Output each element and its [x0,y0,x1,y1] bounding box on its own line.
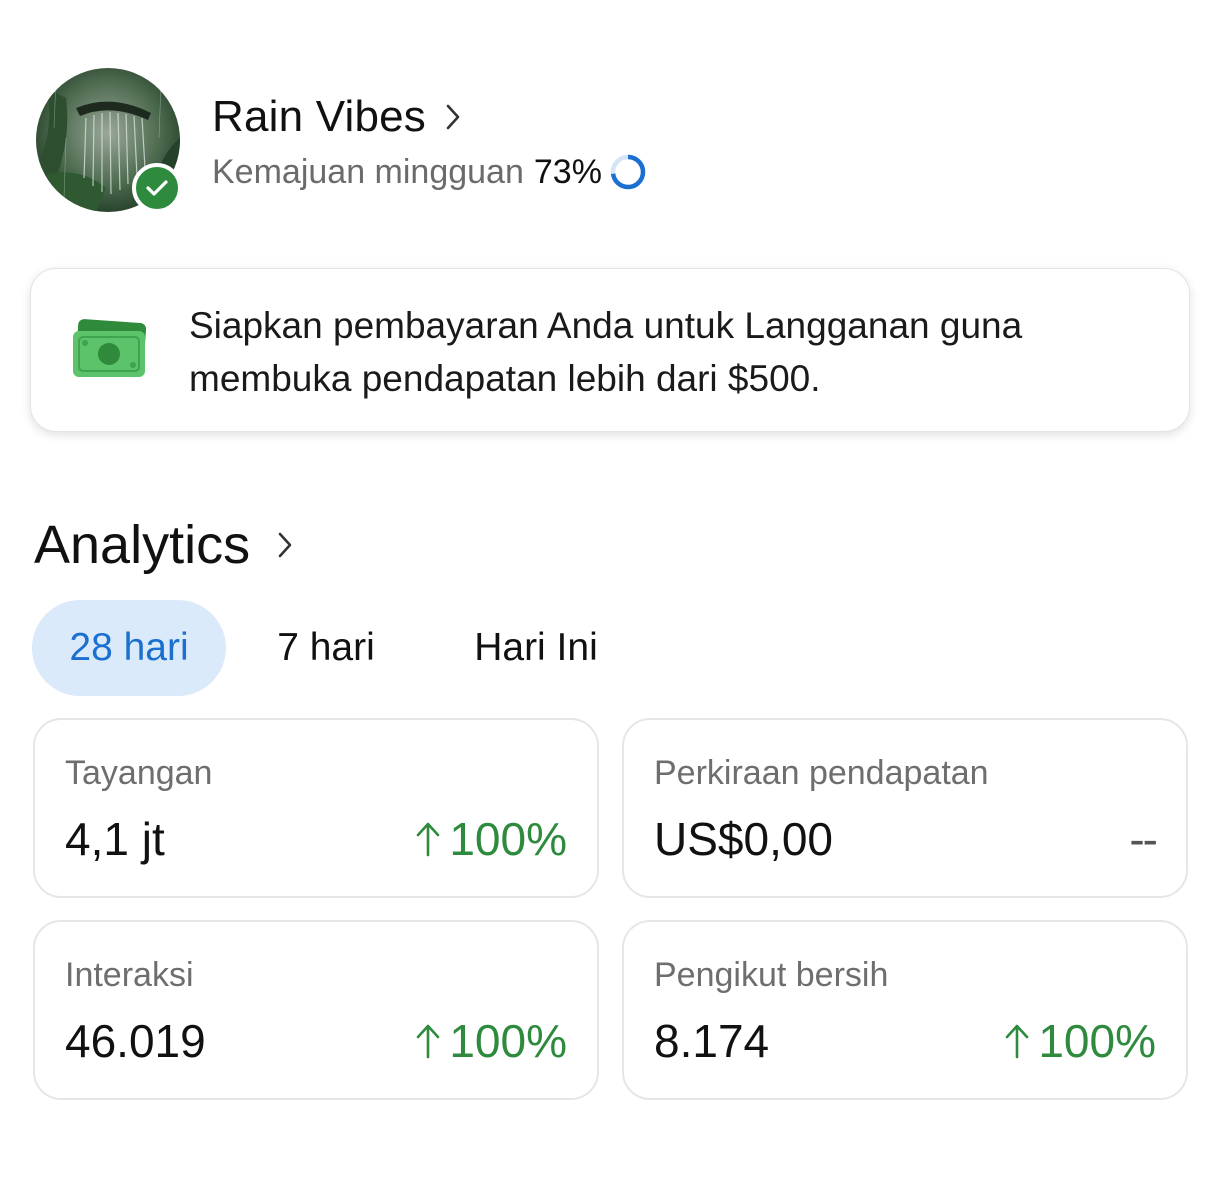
stat-card-engagement[interactable]: Interaksi 46.019 100% [33,920,599,1100]
money-bill-icon [73,319,147,377]
weekly-progress: Kemajuan mingguan 73% [212,152,648,192]
profile-header: Rain Vibes Kemajuan mingguan 73% [36,68,1186,218]
arrow-up-icon [1006,1024,1029,1059]
stat-delta: 100% [1004,1014,1156,1068]
analytics-heading-link[interactable]: Analytics [34,514,294,576]
stat-card-views[interactable]: Tayangan 4,1 jt 100% [33,718,599,898]
tab-today[interactable]: Hari Ini [426,600,646,696]
progress-value: 73% [533,152,602,191]
arrow-up-icon [417,822,440,857]
stat-label: Pengikut bersih [654,956,889,994]
stat-delta-value: 100% [449,813,567,865]
progress-label: Kemajuan mingguan [212,152,524,191]
stat-value: US$0,00 [654,813,834,865]
stat-delta-value: -- [1129,813,1158,865]
check-badge-icon [132,163,182,213]
stat-value: 4,1 jt [65,813,165,865]
stat-value: 46.019 [65,1015,206,1067]
stat-label: Interaksi [65,956,194,994]
payout-setup-banner[interactable]: Siapkan pembayaran Anda untuk Langganan … [30,268,1190,432]
stat-card-estimated-revenue[interactable]: Perkiraan pendapatan US$0,00 -- [622,718,1188,898]
chevron-right-icon [278,532,292,558]
stat-delta: 100% [415,812,567,866]
stat-delta-value: 100% [1038,1015,1156,1067]
profile-name-link[interactable]: Rain Vibes [212,92,462,142]
progress-ring-icon [610,154,646,190]
stat-delta: 100% [415,1014,567,1068]
banner-text: Siapkan pembayaran Anda untuk Langganan … [189,305,1023,399]
stat-value: 8.174 [654,1015,770,1067]
stat-card-net-followers[interactable]: Pengikut bersih 8.174 100% [622,920,1188,1100]
stat-label: Tayangan [65,754,213,792]
chevron-right-icon [446,104,460,130]
analytics-title: Analytics [34,515,251,575]
tab-28-days[interactable]: 28 hari [32,600,226,696]
profile-name: Rain Vibes [212,92,426,141]
arrow-up-icon [417,1024,440,1059]
avatar[interactable] [36,68,182,213]
tab-7-days[interactable]: 7 hari [226,600,426,696]
period-tabs: 28 hari 7 hari Hari Ini [32,600,646,696]
stat-delta-value: 100% [449,1015,567,1067]
stat-label: Perkiraan pendapatan [654,754,989,792]
